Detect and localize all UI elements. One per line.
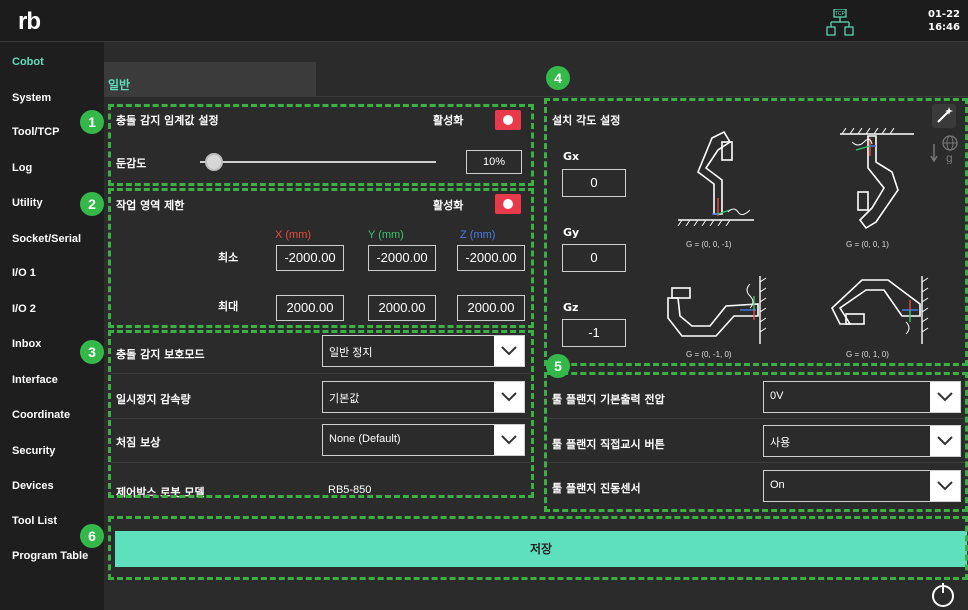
annotation-badge-5: 5 <box>546 354 570 378</box>
sidebar-item-io2[interactable]: I/O 2 <box>12 303 36 315</box>
sidebar-item-inbox[interactable]: Inbox <box>12 338 41 350</box>
sidebar-item-socket-serial[interactable]: Socket/Serial <box>12 233 81 245</box>
sidebar-item-devices[interactable]: Devices <box>12 480 54 492</box>
annotation-box-5 <box>544 372 968 512</box>
sidebar-item-tool-tcp[interactable]: Tool/TCP <box>12 126 59 138</box>
annotation-badge-2: 2 <box>80 192 104 216</box>
annotation-badge-3: 3 <box>80 340 104 364</box>
sidebar-item-tool-list[interactable]: Tool List <box>12 515 57 527</box>
sidebar-item-io1[interactable]: I/O 1 <box>12 267 36 279</box>
sidebar-item-security[interactable]: Security <box>12 445 55 457</box>
app-logo: rb <box>18 8 41 35</box>
annotation-badge-1: 1 <box>80 110 104 134</box>
time-text: 16:46 <box>928 22 960 33</box>
tcp-network-icon[interactable]: TCP <box>826 9 854 37</box>
date-text: 01-22 <box>928 9 960 20</box>
annotation-badge-6: 6 <box>80 524 104 548</box>
annotation-box-2 <box>108 188 534 328</box>
annotation-box-1 <box>108 104 534 186</box>
tcp-label: TCP <box>835 11 846 17</box>
sidebar-item-log[interactable]: Log <box>12 162 32 174</box>
top-bar: rb TCP 01-22 16:46 <box>0 0 968 42</box>
sidebar-item-coordinate[interactable]: Coordinate <box>12 409 70 421</box>
tab-general[interactable]: 일반 <box>104 62 316 96</box>
clock: 01-22 16:46 <box>928 8 960 34</box>
sidebar-item-system[interactable]: System <box>12 92 51 104</box>
annotation-badge-4: 4 <box>546 66 570 90</box>
annotation-box-4 <box>544 98 968 366</box>
sidebar-item-interface[interactable]: Interface <box>12 374 58 386</box>
sidebar-item-program-table[interactable]: Program Table <box>12 550 88 562</box>
sidebar-item-cobot[interactable]: Cobot <box>12 56 44 68</box>
annotation-box-6 <box>108 516 968 580</box>
sidebar-item-utility[interactable]: Utility <box>12 197 43 209</box>
tab-divider <box>104 96 968 97</box>
annotation-box-3 <box>108 330 534 498</box>
power-icon[interactable] <box>932 583 954 607</box>
